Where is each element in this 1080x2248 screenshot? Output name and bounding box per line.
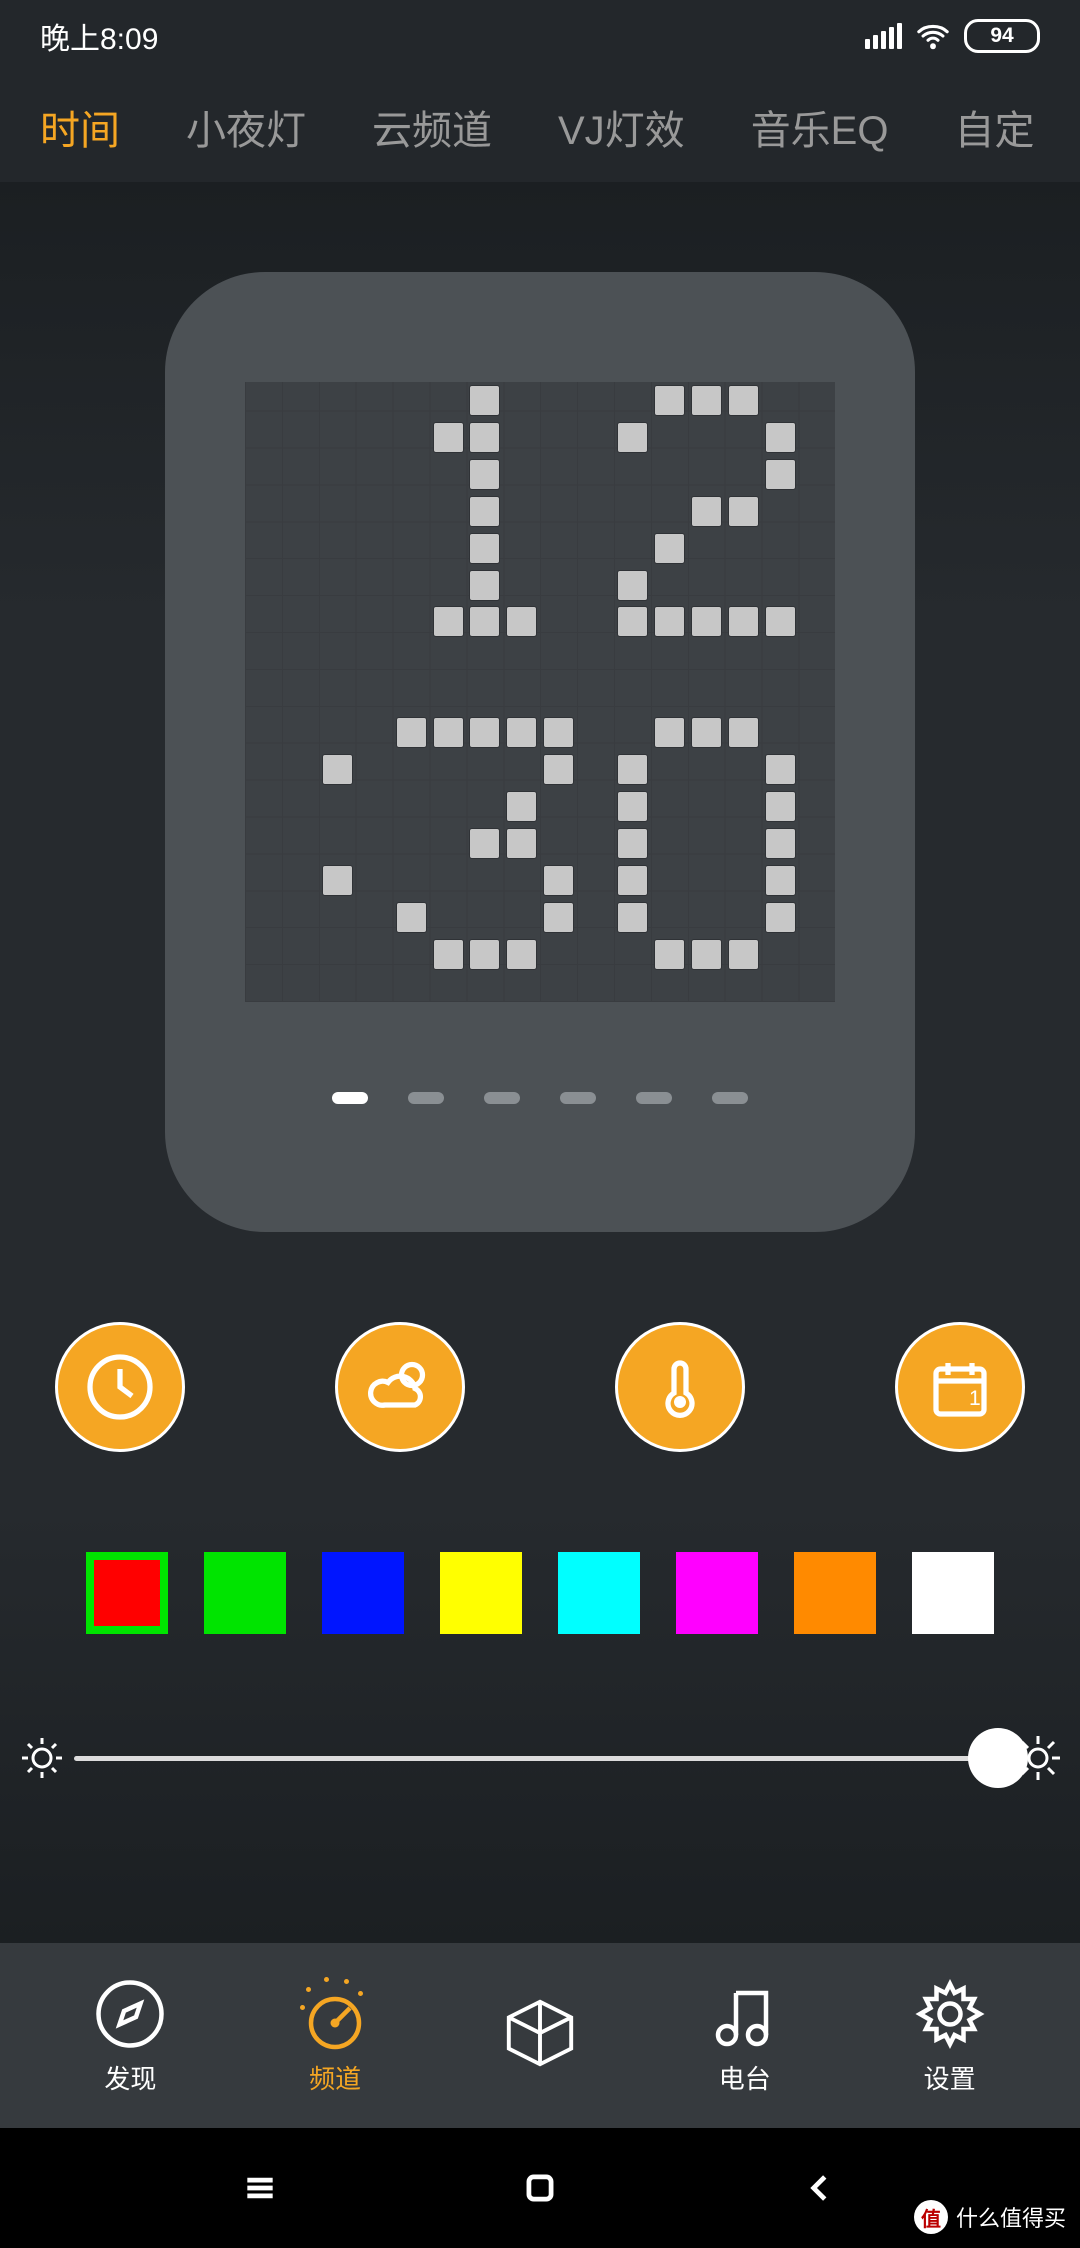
slider-thumb[interactable] — [968, 1728, 1028, 1788]
svg-text:1: 1 — [969, 1387, 981, 1410]
nav-discover[interactable]: 发现 — [91, 1975, 169, 2096]
signal-icon — [865, 23, 902, 49]
feature-temperature-button[interactable] — [615, 1322, 745, 1452]
swatch-magenta[interactable] — [676, 1552, 758, 1634]
swatch-white[interactable] — [912, 1552, 994, 1634]
tab-cloud[interactable]: 云频道 — [372, 98, 492, 156]
compass-icon — [94, 1978, 166, 2050]
clock-preview-card[interactable] — [165, 272, 915, 1232]
swatch-cyan[interactable] — [558, 1552, 640, 1634]
nav-label: 电台 — [719, 2059, 771, 2096]
recent-apps-icon[interactable] — [241, 2169, 279, 2207]
home-icon[interactable] — [521, 2169, 559, 2207]
brightness-slider[interactable] — [74, 1756, 1006, 1761]
top-tabs: 时间 小夜灯 云频道 VJ灯效 音乐EQ 自定 — [0, 72, 1080, 182]
nav-channel[interactable]: 频道 — [296, 1975, 374, 2096]
feature-weather-button[interactable] — [335, 1322, 465, 1452]
tab-musiceq[interactable]: 音乐EQ — [751, 98, 889, 156]
status-time: 晚上8:09 — [40, 14, 158, 58]
swatch-green[interactable] — [204, 1552, 286, 1634]
page-dot[interactable] — [636, 1092, 672, 1104]
clock-icon — [84, 1351, 156, 1423]
nav-label: 发现 — [104, 2059, 156, 2096]
nav-settings[interactable]: 设置 — [911, 1975, 989, 2096]
wifi-icon — [916, 19, 950, 53]
swatch-yellow[interactable] — [440, 1552, 522, 1634]
gear-icon — [914, 1978, 986, 2050]
tab-custom[interactable]: 自定 — [954, 98, 1034, 156]
tab-nightlight[interactable]: 小夜灯 — [186, 98, 306, 156]
pixel-clock-display — [245, 382, 835, 1002]
page-dot[interactable] — [712, 1092, 748, 1104]
cube-icon — [501, 1983, 579, 2083]
status-bar: 晚上8:09 94 — [0, 0, 1080, 72]
nav-label: 设置 — [924, 2059, 976, 2096]
swatch-orange[interactable] — [794, 1552, 876, 1634]
tab-vj[interactable]: VJ灯效 — [558, 98, 685, 156]
bottom-nav: 发现 频道 电台 设置 — [0, 1943, 1080, 2128]
watermark: 值 什么值得买 — [914, 2200, 1066, 2234]
page-dot[interactable] — [408, 1092, 444, 1104]
calendar-icon: 1 — [924, 1351, 996, 1423]
feature-clock-button[interactable] — [55, 1322, 185, 1452]
music-icon — [709, 1978, 781, 2050]
nav-cube[interactable] — [501, 1994, 579, 2078]
nav-radio[interactable]: 电台 — [706, 1975, 784, 2096]
tab-time[interactable]: 时间 — [40, 98, 120, 156]
brightness-low-icon — [18, 1734, 66, 1782]
page-dot[interactable] — [484, 1092, 520, 1104]
page-indicator[interactable] — [332, 1092, 748, 1104]
swatch-red[interactable] — [86, 1552, 168, 1634]
battery-indicator: 94 — [964, 19, 1040, 53]
thermometer-icon — [644, 1351, 716, 1423]
feature-calendar-button[interactable]: 1 — [895, 1322, 1025, 1452]
page-dot[interactable] — [560, 1092, 596, 1104]
color-swatches — [14, 1552, 1066, 1634]
page-dot[interactable] — [332, 1092, 368, 1104]
cloud-sun-icon — [364, 1351, 436, 1423]
swatch-blue[interactable] — [322, 1552, 404, 1634]
back-icon[interactable] — [801, 2169, 839, 2207]
nav-label: 频道 — [309, 2059, 361, 2096]
